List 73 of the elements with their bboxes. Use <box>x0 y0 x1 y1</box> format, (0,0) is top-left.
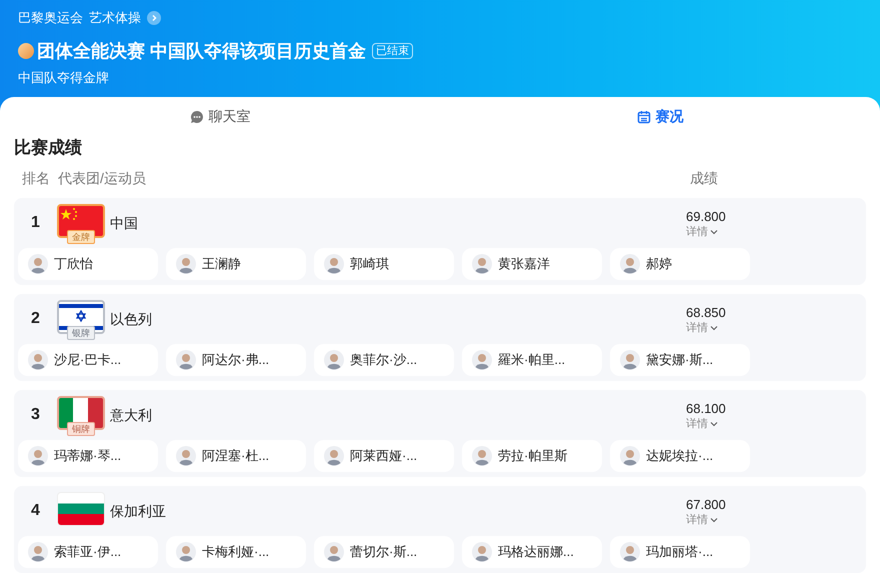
breadcrumb-link[interactable]: 巴黎奥运会 <box>18 8 83 28</box>
avatar-icon <box>176 254 196 274</box>
tab[interactable]: 赛况 <box>440 97 880 136</box>
medal-ribbon: 金牌 <box>67 230 95 244</box>
page-title: 团体全能决赛 中国队夺得该项目历史首金 <box>37 40 366 62</box>
status-badge: 已结束 <box>372 43 414 59</box>
team-name: 中国 <box>110 214 139 232</box>
athlete-chip[interactable]: 玛蒂娜·琴... <box>18 440 158 472</box>
calendar-icon <box>636 110 650 124</box>
rank-number: 2 <box>30 309 41 329</box>
avatar-icon <box>620 446 640 466</box>
athlete-chip[interactable]: 阿莱西娅·... <box>314 440 454 472</box>
column-header: 排名 <box>22 169 51 188</box>
athlete-chip[interactable]: 阿涅塞·杜... <box>166 440 306 472</box>
avatar-icon <box>324 254 344 274</box>
chevron-down-icon <box>710 229 718 235</box>
tab[interactable]: 聊天室 <box>0 97 440 136</box>
page-subtitle: 中国队夺得金牌 <box>18 69 110 87</box>
athlete-chip[interactable]: 索菲亚·伊... <box>18 536 158 568</box>
athlete-chip[interactable]: 达妮埃拉·... <box>610 440 750 472</box>
avatar-icon <box>620 542 640 562</box>
avatar-icon <box>324 350 344 370</box>
athlete-chip[interactable]: 劳拉·帕里斯 <box>462 440 602 472</box>
athlete-chip[interactable]: 黄张嘉洋 <box>462 248 602 280</box>
avatar-icon <box>176 446 196 466</box>
column-header: 代表团/运动员 <box>58 169 147 188</box>
athlete-chip[interactable]: 蕾切尔·斯... <box>314 536 454 568</box>
team-name: 意大利 <box>110 406 153 424</box>
athlete-chip[interactable]: 羅米·帕里... <box>462 344 602 376</box>
section-title: 比赛成绩 <box>13 136 83 158</box>
athlete-chip[interactable]: 丁欣怡 <box>18 248 158 280</box>
chat-icon <box>190 110 204 124</box>
chevron-down-icon <box>710 421 718 427</box>
avatar-icon <box>472 254 492 274</box>
avatar-icon <box>324 542 344 562</box>
team-name: 以色列 <box>110 310 153 328</box>
avatar-icon <box>176 542 196 562</box>
avatar-icon <box>472 446 492 466</box>
athlete-chip[interactable]: 玛格达丽娜... <box>462 536 602 568</box>
score-value: 69.800 <box>686 209 726 225</box>
avatar-icon <box>620 350 640 370</box>
athlete-chip[interactable]: 黛安娜·斯... <box>610 344 750 376</box>
medal-ribbon: 铜牌 <box>67 422 95 436</box>
athlete-chip[interactable]: 郭崎琪 <box>314 248 454 280</box>
chevron-icon[interactable] <box>147 11 161 25</box>
athlete-chip[interactable]: 奥菲尔·沙... <box>314 344 454 376</box>
avatar-icon <box>28 542 48 562</box>
avatar-icon <box>472 350 492 370</box>
chevron-down-icon <box>710 325 718 331</box>
athlete-chip[interactable]: 沙尼·巴卡... <box>18 344 158 376</box>
athlete-chip[interactable]: 卡梅利娅·... <box>166 536 306 568</box>
avatar-icon <box>28 254 48 274</box>
avatar-icon <box>324 446 344 466</box>
avatar-icon <box>620 254 640 274</box>
score-value: 67.800 <box>686 497 726 513</box>
rank-number: 1 <box>30 213 41 233</box>
score-value: 68.100 <box>686 401 726 417</box>
avatar-icon <box>176 350 196 370</box>
avatar-icon <box>28 446 48 466</box>
score-value: 68.850 <box>686 305 726 321</box>
team-name: 保加利亚 <box>110 502 167 520</box>
medal-icon <box>18 43 34 59</box>
column-header: 成绩 <box>690 169 718 188</box>
athlete-chip[interactable]: 阿达尔·弗... <box>166 344 306 376</box>
athlete-chip[interactable]: 玛加丽塔·... <box>610 536 750 568</box>
avatar-icon <box>28 350 48 370</box>
chevron-down-icon <box>710 517 718 523</box>
athlete-chip[interactable]: 郝婷 <box>610 248 750 280</box>
medal-ribbon: 银牌 <box>67 326 95 340</box>
rank-number: 4 <box>30 501 41 521</box>
athlete-chip[interactable]: 王澜静 <box>166 248 306 280</box>
avatar-icon <box>472 542 492 562</box>
rank-number: 3 <box>30 405 41 425</box>
